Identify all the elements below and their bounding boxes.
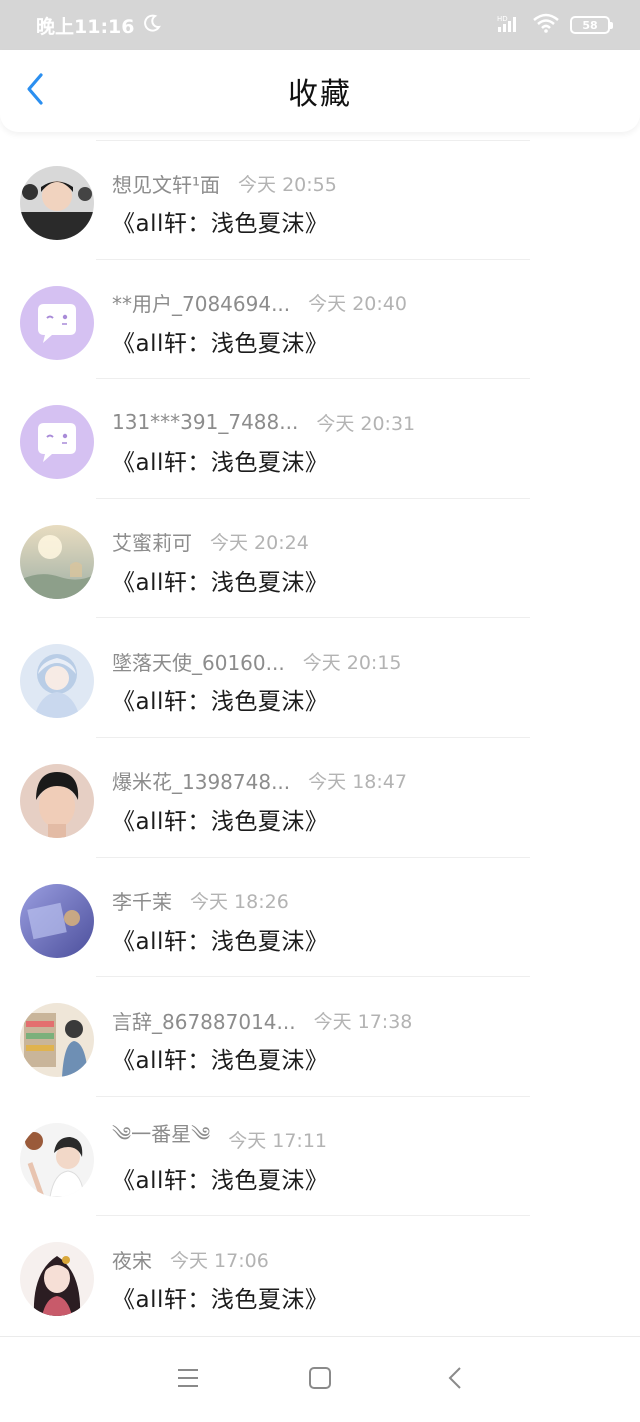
item-body: 墜落天使_60160... 今天 20:15 《all轩：浅色夏沫》 — [112, 648, 620, 716]
user-name[interactable]: 艾蜜莉可 — [112, 527, 192, 556]
status-right: HD 58 — [496, 13, 613, 37]
timestamp: 今天 17:11 — [228, 1130, 327, 1153]
avatar[interactable] — [20, 883, 94, 958]
timestamp: 今天 18:47 — [308, 771, 407, 794]
avatar[interactable] — [20, 1122, 94, 1197]
list-item[interactable]: 夜宋 今天 17:06 《all轩：浅色夏沫》 — [0, 1216, 640, 1336]
post-title[interactable]: 《all轩：浅色夏沫》 — [112, 922, 620, 956]
item-body: 李千茉 今天 18:26 《all轩：浅色夏沫》 — [112, 888, 620, 956]
list-item[interactable]: 艾蜜莉可 今天 20:24 《all轩：浅色夏沫》 — [0, 499, 640, 619]
post-title[interactable]: 《all轩：浅色夏沫》 — [112, 1041, 620, 1075]
item-meta: 想见文轩¹面 今天 20:55 — [112, 169, 620, 198]
list-item[interactable]: 想见文轩¹面 今天 20:55 《all轩：浅色夏沫》 — [0, 140, 640, 260]
network-label: HD — [497, 15, 508, 23]
system-nav-bar — [0, 1336, 640, 1422]
avatar[interactable] — [20, 763, 94, 838]
item-body: 言辞_867887014... 今天 17:38 《all轩：浅色夏沫》 — [112, 1007, 620, 1075]
item-meta: **用户_7084694... 今天 20:40 — [112, 290, 620, 316]
status-bar: 晚上11:16 HD 58 — [0, 0, 640, 50]
back-triangle-icon — [447, 1366, 463, 1394]
item-body: 想见文轩¹面 今天 20:55 《all轩：浅色夏沫》 — [112, 170, 620, 238]
status-time: 晚上11:16 — [36, 15, 135, 38]
post-title[interactable]: 《all轩：浅色夏沫》 — [112, 324, 620, 358]
avatar[interactable] — [20, 166, 94, 240]
item-body: 爆米花_1398748... 今天 18:47 《all轩：浅色夏沫》 — [112, 768, 620, 836]
timestamp: 今天 20:15 — [302, 651, 402, 674]
item-body: 夜宋 今天 17:06 《all轩：浅色夏沫》 — [112, 1246, 620, 1314]
list-item[interactable]: 131***391_7488... 今天 20:31 《all轩：浅色夏沫》 — [0, 379, 640, 499]
user-name[interactable]: 爆米花_1398748... — [112, 766, 290, 795]
post-title[interactable]: 《all轩：浅色夏沫》 — [112, 1280, 620, 1314]
favorites-list: 想见文轩¹面 今天 20:55 《all轩：浅色夏沫》 **用户_7084694… — [0, 140, 640, 1336]
timestamp: 今天 17:38 — [313, 1010, 413, 1033]
user-name[interactable]: 言辞_867887014... — [112, 1006, 296, 1035]
timestamp: 今天 20:31 — [316, 412, 416, 435]
page-title: 收藏 — [288, 77, 352, 112]
avatar[interactable] — [20, 1242, 94, 1317]
item-meta: 夜宋 今天 17:06 — [112, 1245, 620, 1274]
list-item[interactable]: 言辞_867887014... 今天 17:38 《all轩：浅色夏沫》 — [0, 977, 640, 1097]
battery-level: 58 — [582, 18, 598, 32]
list-item[interactable]: **用户_7084694... 今天 20:40 《all轩：浅色夏沫》 — [0, 260, 640, 380]
avatar[interactable] — [20, 1003, 94, 1078]
back-nav-button[interactable] — [440, 1365, 470, 1395]
item-body: 131***391_7488... 今天 20:31 《all轩：浅色夏沫》 — [112, 409, 620, 477]
post-title[interactable]: 《all轩：浅色夏沫》 — [112, 802, 620, 836]
item-meta: 艾蜜莉可 今天 20:24 — [112, 529, 620, 555]
header: 收藏 — [0, 50, 640, 132]
avatar[interactable] — [20, 405, 94, 480]
user-name[interactable]: 131***391_7488... — [112, 410, 298, 434]
avatar[interactable] — [20, 524, 94, 599]
list-item[interactable]: ༄一番星༄ 今天 17:11 《all轩：浅色夏沫》 — [0, 1097, 640, 1217]
list-item[interactable]: 李千茉 今天 18:26 《all轩：浅色夏沫》 — [0, 858, 640, 978]
list-item[interactable]: 爆米花_1398748... 今天 18:47 《all轩：浅色夏沫》 — [0, 738, 640, 858]
menu-button[interactable] — [173, 1365, 203, 1395]
user-name[interactable]: 李千茉 — [112, 886, 172, 915]
timestamp: 今天 20:40 — [308, 293, 407, 316]
battery-indicator: 58 — [570, 16, 613, 34]
item-body: 艾蜜莉可 今天 20:24 《all轩：浅色夏沫》 — [112, 529, 620, 597]
user-name[interactable]: 想见文轩¹面 — [112, 169, 220, 198]
list-item[interactable]: 墜落天使_60160... 今天 20:15 《all轩：浅色夏沫》 — [0, 618, 640, 738]
home-button[interactable] — [305, 1365, 335, 1395]
user-name[interactable]: ༄一番星༄ — [112, 1112, 210, 1168]
chevron-left-icon — [24, 72, 46, 110]
avatar[interactable] — [20, 285, 94, 360]
user-name[interactable]: **用户_7084694... — [112, 288, 290, 317]
home-square-icon — [308, 1366, 332, 1394]
timestamp: 今天 20:24 — [210, 532, 309, 555]
menu-icon — [176, 1367, 200, 1393]
timestamp: 今天 20:55 — [238, 173, 337, 196]
item-body: ༄一番星༄ 今天 17:11 《all轩：浅色夏沫》 — [112, 1122, 620, 1195]
post-title[interactable]: 《all轩：浅色夏沫》 — [112, 443, 620, 477]
post-title[interactable]: 《all轩：浅色夏沫》 — [112, 563, 620, 597]
post-title[interactable]: 《all轩：浅色夏沫》 — [112, 1161, 620, 1195]
item-meta: 李千茉 今天 18:26 — [112, 888, 620, 914]
item-meta: 131***391_7488... 今天 20:31 — [112, 409, 620, 435]
timestamp: 今天 17:06 — [170, 1249, 269, 1272]
item-meta: 墜落天使_60160... 今天 20:15 — [112, 647, 620, 676]
wifi-icon — [532, 13, 560, 37]
post-title[interactable]: 《all轩：浅色夏沫》 — [112, 204, 620, 238]
item-meta: 爆米花_1398748... 今天 18:47 — [112, 768, 620, 794]
signal-icon: HD — [496, 13, 522, 37]
item-meta: 言辞_867887014... 今天 17:38 — [112, 1006, 620, 1035]
item-body: **用户_7084694... 今天 20:40 《all轩：浅色夏沫》 — [112, 290, 620, 358]
post-title[interactable]: 《all轩：浅色夏沫》 — [112, 682, 620, 716]
timestamp: 今天 18:26 — [190, 891, 289, 914]
user-name[interactable]: 夜宋 — [112, 1245, 152, 1274]
status-left: 晚上11:16 — [36, 12, 162, 39]
moon-icon — [142, 13, 162, 38]
avatar[interactable] — [20, 644, 94, 719]
user-name[interactable]: 墜落天使_60160... — [112, 647, 285, 676]
item-meta: ༄一番星༄ 今天 17:11 — [112, 1122, 620, 1153]
back-button[interactable] — [14, 70, 56, 112]
